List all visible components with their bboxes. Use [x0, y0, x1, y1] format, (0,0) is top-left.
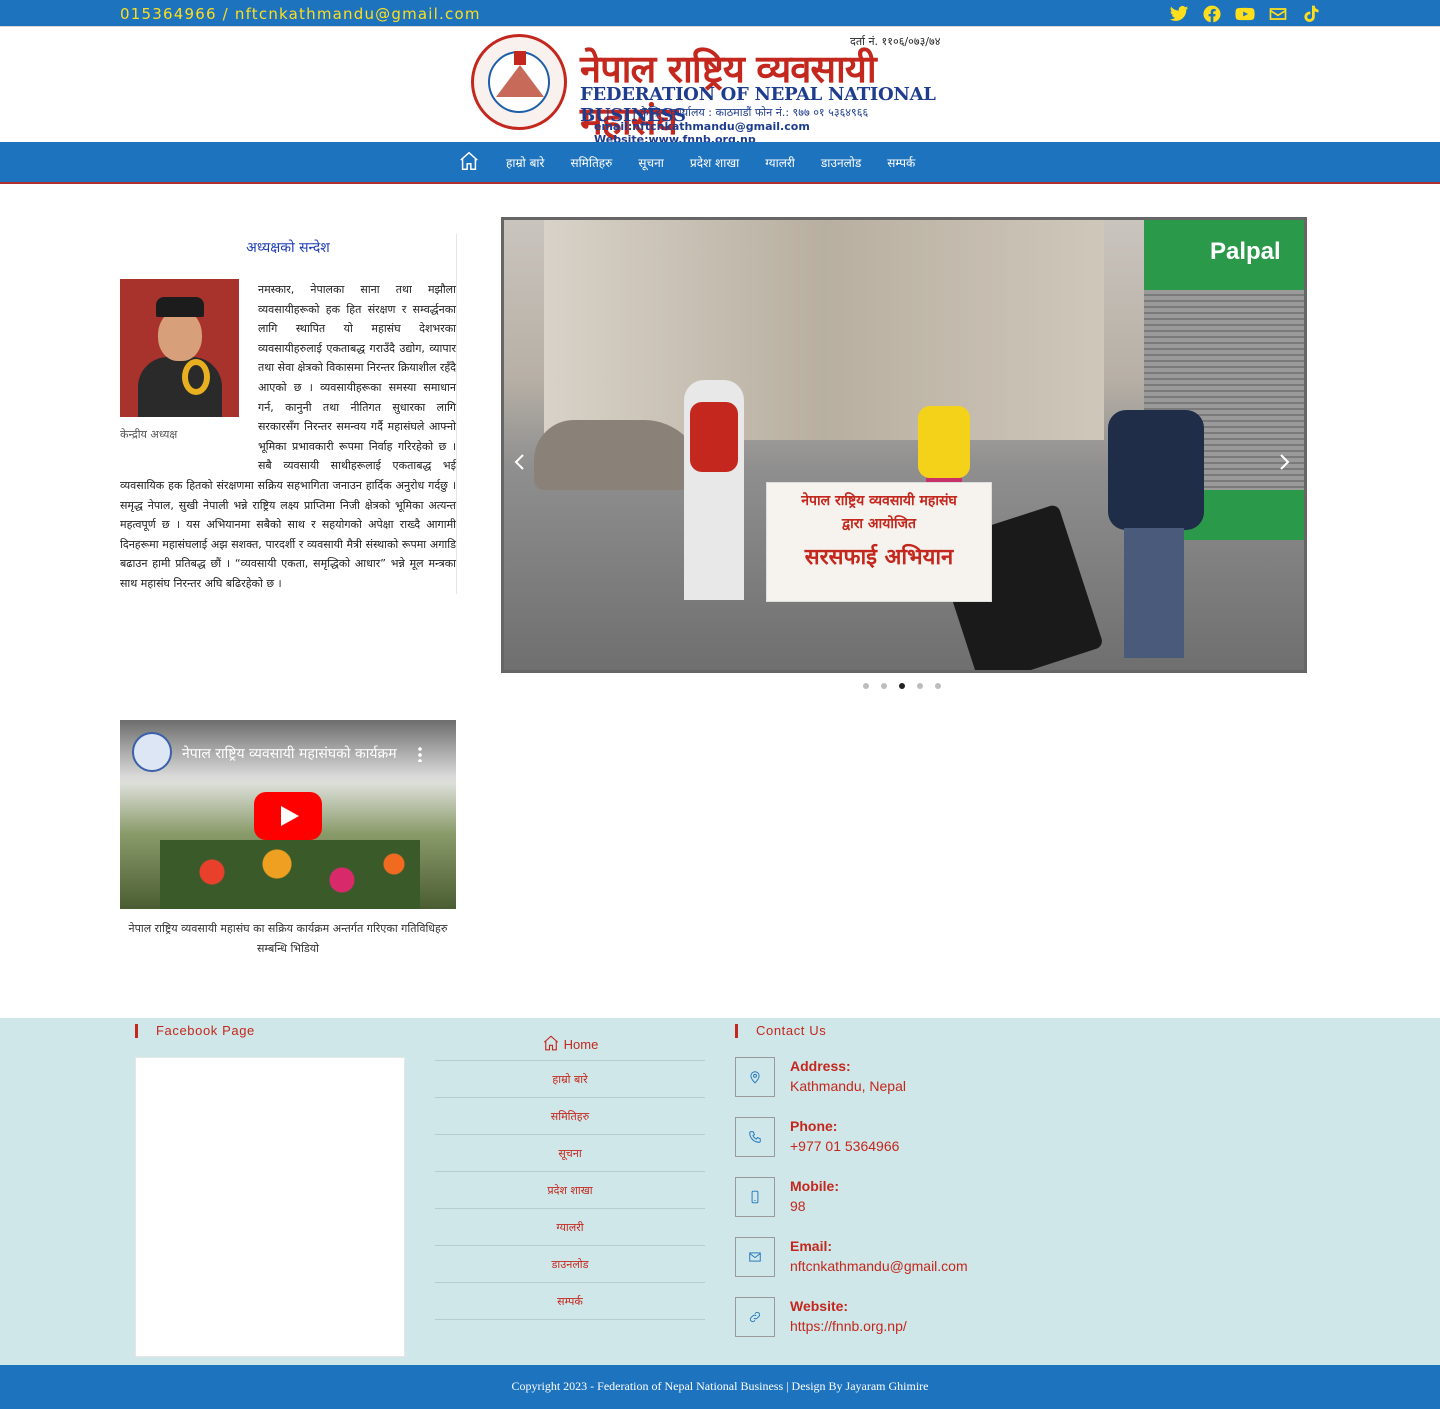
nav-notice[interactable]: सूचना: [638, 154, 664, 171]
nav-about[interactable]: हाम्रो बारे: [506, 154, 544, 171]
nav-contact[interactable]: सम्पर्क: [887, 154, 915, 171]
copyright-bar: Copyright 2023 - Federation of Nepal Nat…: [0, 1365, 1440, 1409]
footer-menu: Home हाम्रो बारे समितिहरु सूचना प्रदेश श…: [435, 1028, 705, 1320]
twitter-icon[interactable]: [1167, 2, 1190, 25]
footer-menu-about[interactable]: हाम्रो बारे: [435, 1061, 705, 1098]
president-message-section: अध्यक्षको सन्देश केन्द्रीय अध्यक्ष नमस्क…: [120, 234, 457, 594]
slider-dot[interactable]: [899, 683, 905, 689]
image-slider[interactable]: Palpal नेपाल राष्ट्रिय व्यवसायी महासंघ द…: [501, 217, 1307, 673]
photo-caption: केन्द्रीय अध्यक्ष: [120, 428, 178, 441]
youtube-icon[interactable]: [1233, 2, 1256, 25]
top-contact-text: 015364966 / nftcnkathmandu@gmail.com: [120, 5, 481, 23]
slider-dot[interactable]: [917, 683, 923, 689]
mail-icon[interactable]: [1266, 2, 1289, 25]
footer-menu-download[interactable]: डाउनलोड: [435, 1246, 705, 1283]
nav-home[interactable]: [458, 150, 480, 175]
federation-seal-icon: [471, 34, 567, 130]
slider-dot[interactable]: [881, 683, 887, 689]
president-photo: [120, 279, 239, 417]
social-links: [1167, 2, 1322, 25]
slider-dot[interactable]: [863, 683, 869, 689]
message-title: अध्यक्षको सन्देश: [246, 240, 330, 256]
play-button-icon[interactable]: [254, 792, 322, 840]
video-caption: नेपाल राष्ट्रिय व्यवसायी महासंघ का सक्रि…: [128, 922, 448, 955]
campaign-banner: नेपाल राष्ट्रिय व्यवसायी महासंघ द्वारा आ…: [766, 482, 992, 602]
footer-menu-contact[interactable]: सम्पर्क: [435, 1283, 705, 1320]
footer-widgets: Facebook Page Home हाम्रो बारे समितिहरु …: [0, 1018, 1440, 1365]
logo-office: केन्द्रिय कार्यालय : काठमाडौं फोन नं.: ९…: [640, 106, 869, 119]
nav-province-branch[interactable]: प्रदेश शाखा: [690, 154, 739, 171]
link-icon: [735, 1297, 775, 1337]
nav-gallery[interactable]: ग्यालरी: [765, 154, 795, 171]
facebook-icon[interactable]: [1200, 2, 1223, 25]
site-header: दर्ता नं. ११०६/०७३/७४ नेपाल राष्ट्रिय व्…: [0, 28, 1440, 146]
footer-menu-gallery[interactable]: ग्यालरी: [435, 1209, 705, 1246]
banner-line-1: नेपाल राष्ट्रिय व्यवसायी महासंघ: [801, 493, 957, 509]
footer-menu-notice[interactable]: सूचना: [435, 1135, 705, 1172]
site-logo[interactable]: दर्ता नं. ११०६/०७३/७४ नेपाल राष्ट्रिय व्…: [468, 34, 956, 146]
banner-line-3: सरसफाई अभियान: [804, 544, 954, 570]
channel-avatar[interactable]: [132, 732, 172, 772]
youtube-video-embed[interactable]: नेपाल राष्ट्रिय व्यवसायी महासंघको कार्यक…: [120, 720, 456, 909]
banner-line-2: द्वारा आयोजित: [842, 516, 916, 532]
footer-menu-committees[interactable]: समितिहरु: [435, 1098, 705, 1135]
slider-pagination: [863, 683, 941, 689]
map-pin-icon: [735, 1057, 775, 1097]
phone-icon: [735, 1117, 775, 1157]
nav-committees[interactable]: समितिहरु: [570, 154, 612, 171]
envelope-icon: [735, 1237, 775, 1277]
slider-dot[interactable]: [935, 683, 941, 689]
slider-next-arrow-icon[interactable]: [1274, 452, 1294, 472]
nav-download[interactable]: डाउनलोड: [821, 154, 861, 171]
top-bar: 015364966 / nftcnkathmandu@gmail.com: [0, 0, 1440, 27]
slider-prev-arrow-icon[interactable]: [510, 452, 530, 472]
facebook-page-embed[interactable]: [135, 1057, 405, 1357]
mobile-icon: [735, 1177, 775, 1217]
footer-menu-home[interactable]: Home: [435, 1028, 705, 1061]
contact-widget-title: Contact Us: [735, 1024, 826, 1038]
video-title[interactable]: नेपाल राष्ट्रिय व्यवसायी महासंघको कार्यक…: [182, 744, 412, 763]
tiktok-icon[interactable]: [1299, 2, 1322, 25]
more-options-icon[interactable]: [418, 746, 422, 762]
home-icon: [458, 151, 480, 175]
main-navigation: हाम्रो बारे समितिहरु सूचना प्रदेश शाखा ग…: [0, 142, 1440, 184]
footer-menu-province-branch[interactable]: प्रदेश शाखा: [435, 1172, 705, 1209]
home-icon: [542, 1034, 564, 1055]
facebook-widget-title: Facebook Page: [135, 1024, 255, 1038]
